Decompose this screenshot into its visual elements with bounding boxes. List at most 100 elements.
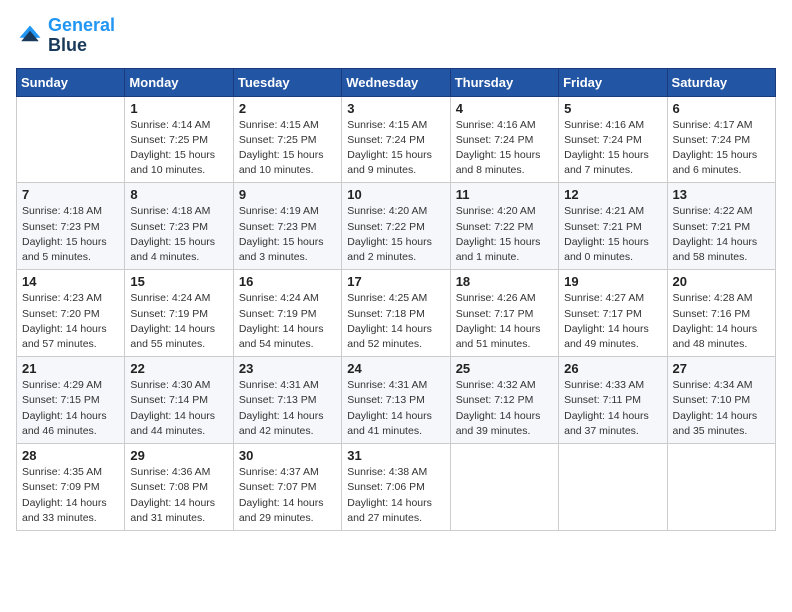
calendar-header-row: SundayMondayTuesdayWednesdayThursdayFrid…	[17, 68, 776, 96]
day-number: 30	[239, 448, 336, 463]
day-info: Sunrise: 4:18 AMSunset: 7:23 PMDaylight:…	[130, 204, 227, 265]
day-info: Sunrise: 4:23 AMSunset: 7:20 PMDaylight:…	[22, 291, 119, 352]
calendar-cell: 21 Sunrise: 4:29 AMSunset: 7:15 PMDayligh…	[17, 357, 125, 444]
header-saturday: Saturday	[667, 68, 775, 96]
calendar-week-5: 28 Sunrise: 4:35 AMSunset: 7:09 PMDayligh…	[17, 444, 776, 531]
day-number: 1	[130, 101, 227, 116]
day-info: Sunrise: 4:18 AMSunset: 7:23 PMDaylight:…	[22, 204, 119, 265]
day-number: 4	[456, 101, 553, 116]
day-number: 8	[130, 187, 227, 202]
day-info: Sunrise: 4:31 AMSunset: 7:13 PMDaylight:…	[239, 378, 336, 439]
day-info: Sunrise: 4:37 AMSunset: 7:07 PMDaylight:…	[239, 465, 336, 526]
calendar-cell: 23 Sunrise: 4:31 AMSunset: 7:13 PMDayligh…	[233, 357, 341, 444]
calendar-cell: 18 Sunrise: 4:26 AMSunset: 7:17 PMDayligh…	[450, 270, 558, 357]
day-info: Sunrise: 4:16 AMSunset: 7:24 PMDaylight:…	[564, 118, 661, 179]
logo-text-line1: General	[48, 16, 115, 36]
day-info: Sunrise: 4:15 AMSunset: 7:24 PMDaylight:…	[347, 118, 444, 179]
calendar-cell: 29 Sunrise: 4:36 AMSunset: 7:08 PMDayligh…	[125, 444, 233, 531]
day-info: Sunrise: 4:20 AMSunset: 7:22 PMDaylight:…	[347, 204, 444, 265]
day-info: Sunrise: 4:20 AMSunset: 7:22 PMDaylight:…	[456, 204, 553, 265]
day-number: 11	[456, 187, 553, 202]
day-number: 3	[347, 101, 444, 116]
day-number: 25	[456, 361, 553, 376]
header-thursday: Thursday	[450, 68, 558, 96]
day-info: Sunrise: 4:14 AMSunset: 7:25 PMDaylight:…	[130, 118, 227, 179]
day-info: Sunrise: 4:17 AMSunset: 7:24 PMDaylight:…	[673, 118, 770, 179]
header-wednesday: Wednesday	[342, 68, 450, 96]
calendar-week-2: 7 Sunrise: 4:18 AMSunset: 7:23 PMDaylight…	[17, 183, 776, 270]
calendar-cell: 19Sunrise: 4:27 AMSunset: 7:17 PMDayligh…	[559, 270, 667, 357]
day-info: Sunrise: 4:36 AMSunset: 7:08 PMDaylight:…	[130, 465, 227, 526]
calendar-cell	[559, 444, 667, 531]
calendar-week-3: 14 Sunrise: 4:23 AMSunset: 7:20 PMDayligh…	[17, 270, 776, 357]
header-sunday: Sunday	[17, 68, 125, 96]
calendar-cell: 10 Sunrise: 4:20 AMSunset: 7:22 PMDayligh…	[342, 183, 450, 270]
day-number: 16	[239, 274, 336, 289]
day-number: 10	[347, 187, 444, 202]
calendar-cell: 27 Sunrise: 4:34 AMSunset: 7:10 PMDayligh…	[667, 357, 775, 444]
header-monday: Monday	[125, 68, 233, 96]
day-info: Sunrise: 4:33 AMSunset: 7:11 PMDaylight:…	[564, 378, 661, 439]
day-number: 14	[22, 274, 119, 289]
day-number: 28	[22, 448, 119, 463]
day-info: Sunrise: 4:32 AMSunset: 7:12 PMDaylight:…	[456, 378, 553, 439]
calendar-cell: 22 Sunrise: 4:30 AMSunset: 7:14 PMDayligh…	[125, 357, 233, 444]
calendar-cell: 28 Sunrise: 4:35 AMSunset: 7:09 PMDayligh…	[17, 444, 125, 531]
day-info: Sunrise: 4:30 AMSunset: 7:14 PMDaylight:…	[130, 378, 227, 439]
logo-icon	[16, 22, 44, 50]
day-number: 7	[22, 187, 119, 202]
calendar-cell	[17, 96, 125, 183]
day-info: Sunrise: 4:29 AMSunset: 7:15 PMDaylight:…	[22, 378, 119, 439]
day-info: Sunrise: 4:19 AMSunset: 7:23 PMDaylight:…	[239, 204, 336, 265]
calendar-cell: 8 Sunrise: 4:18 AMSunset: 7:23 PMDaylight…	[125, 183, 233, 270]
day-info: Sunrise: 4:22 AMSunset: 7:21 PMDaylight:…	[673, 204, 770, 265]
day-info: Sunrise: 4:28 AMSunset: 7:16 PMDaylight:…	[673, 291, 770, 352]
day-number: 29	[130, 448, 227, 463]
day-info: Sunrise: 4:26 AMSunset: 7:17 PMDaylight:…	[456, 291, 553, 352]
calendar-cell: 3 Sunrise: 4:15 AMSunset: 7:24 PMDaylight…	[342, 96, 450, 183]
calendar-cell	[667, 444, 775, 531]
calendar-cell: 11 Sunrise: 4:20 AMSunset: 7:22 PMDayligh…	[450, 183, 558, 270]
calendar-cell: 2Sunrise: 4:15 AMSunset: 7:25 PMDaylight…	[233, 96, 341, 183]
day-number: 12	[564, 187, 661, 202]
day-number: 24	[347, 361, 444, 376]
calendar-cell: 7 Sunrise: 4:18 AMSunset: 7:23 PMDaylight…	[17, 183, 125, 270]
day-number: 20	[673, 274, 770, 289]
day-info: Sunrise: 4:15 AMSunset: 7:25 PMDaylight:…	[239, 118, 336, 179]
calendar-cell: 9Sunrise: 4:19 AMSunset: 7:23 PMDaylight…	[233, 183, 341, 270]
day-info: Sunrise: 4:38 AMSunset: 7:06 PMDaylight:…	[347, 465, 444, 526]
calendar-cell: 17Sunrise: 4:25 AMSunset: 7:18 PMDayligh…	[342, 270, 450, 357]
day-number: 31	[347, 448, 444, 463]
calendar-cell: 1 Sunrise: 4:14 AMSunset: 7:25 PMDaylight…	[125, 96, 233, 183]
calendar-cell: 31 Sunrise: 4:38 AMSunset: 7:06 PMDayligh…	[342, 444, 450, 531]
calendar-cell: 12 Sunrise: 4:21 AMSunset: 7:21 PMDayligh…	[559, 183, 667, 270]
day-info: Sunrise: 4:31 AMSunset: 7:13 PMDaylight:…	[347, 378, 444, 439]
day-number: 6	[673, 101, 770, 116]
header-tuesday: Tuesday	[233, 68, 341, 96]
day-number: 17	[347, 274, 444, 289]
day-number: 18	[456, 274, 553, 289]
day-info: Sunrise: 4:34 AMSunset: 7:10 PMDaylight:…	[673, 378, 770, 439]
day-number: 22	[130, 361, 227, 376]
calendar-cell: 25 Sunrise: 4:32 AMSunset: 7:12 PMDayligh…	[450, 357, 558, 444]
calendar-cell: 13 Sunrise: 4:22 AMSunset: 7:21 PMDayligh…	[667, 183, 775, 270]
day-info: Sunrise: 4:21 AMSunset: 7:21 PMDaylight:…	[564, 204, 661, 265]
calendar-cell: 14 Sunrise: 4:23 AMSunset: 7:20 PMDayligh…	[17, 270, 125, 357]
logo: General Blue	[16, 16, 115, 56]
calendar-week-1: 1 Sunrise: 4:14 AMSunset: 7:25 PMDaylight…	[17, 96, 776, 183]
day-info: Sunrise: 4:35 AMSunset: 7:09 PMDaylight:…	[22, 465, 119, 526]
calendar-cell: 30 Sunrise: 4:37 AMSunset: 7:07 PMDayligh…	[233, 444, 341, 531]
day-number: 5	[564, 101, 661, 116]
calendar-week-4: 21 Sunrise: 4:29 AMSunset: 7:15 PMDayligh…	[17, 357, 776, 444]
page-header: General Blue	[16, 16, 776, 56]
day-number: 21	[22, 361, 119, 376]
day-number: 13	[673, 187, 770, 202]
day-number: 23	[239, 361, 336, 376]
calendar-cell: 15Sunrise: 4:24 AMSunset: 7:19 PMDayligh…	[125, 270, 233, 357]
header-friday: Friday	[559, 68, 667, 96]
day-number: 26	[564, 361, 661, 376]
calendar-cell: 5 Sunrise: 4:16 AMSunset: 7:24 PMDaylight…	[559, 96, 667, 183]
calendar-cell	[450, 444, 558, 531]
day-number: 27	[673, 361, 770, 376]
day-number: 19	[564, 274, 661, 289]
